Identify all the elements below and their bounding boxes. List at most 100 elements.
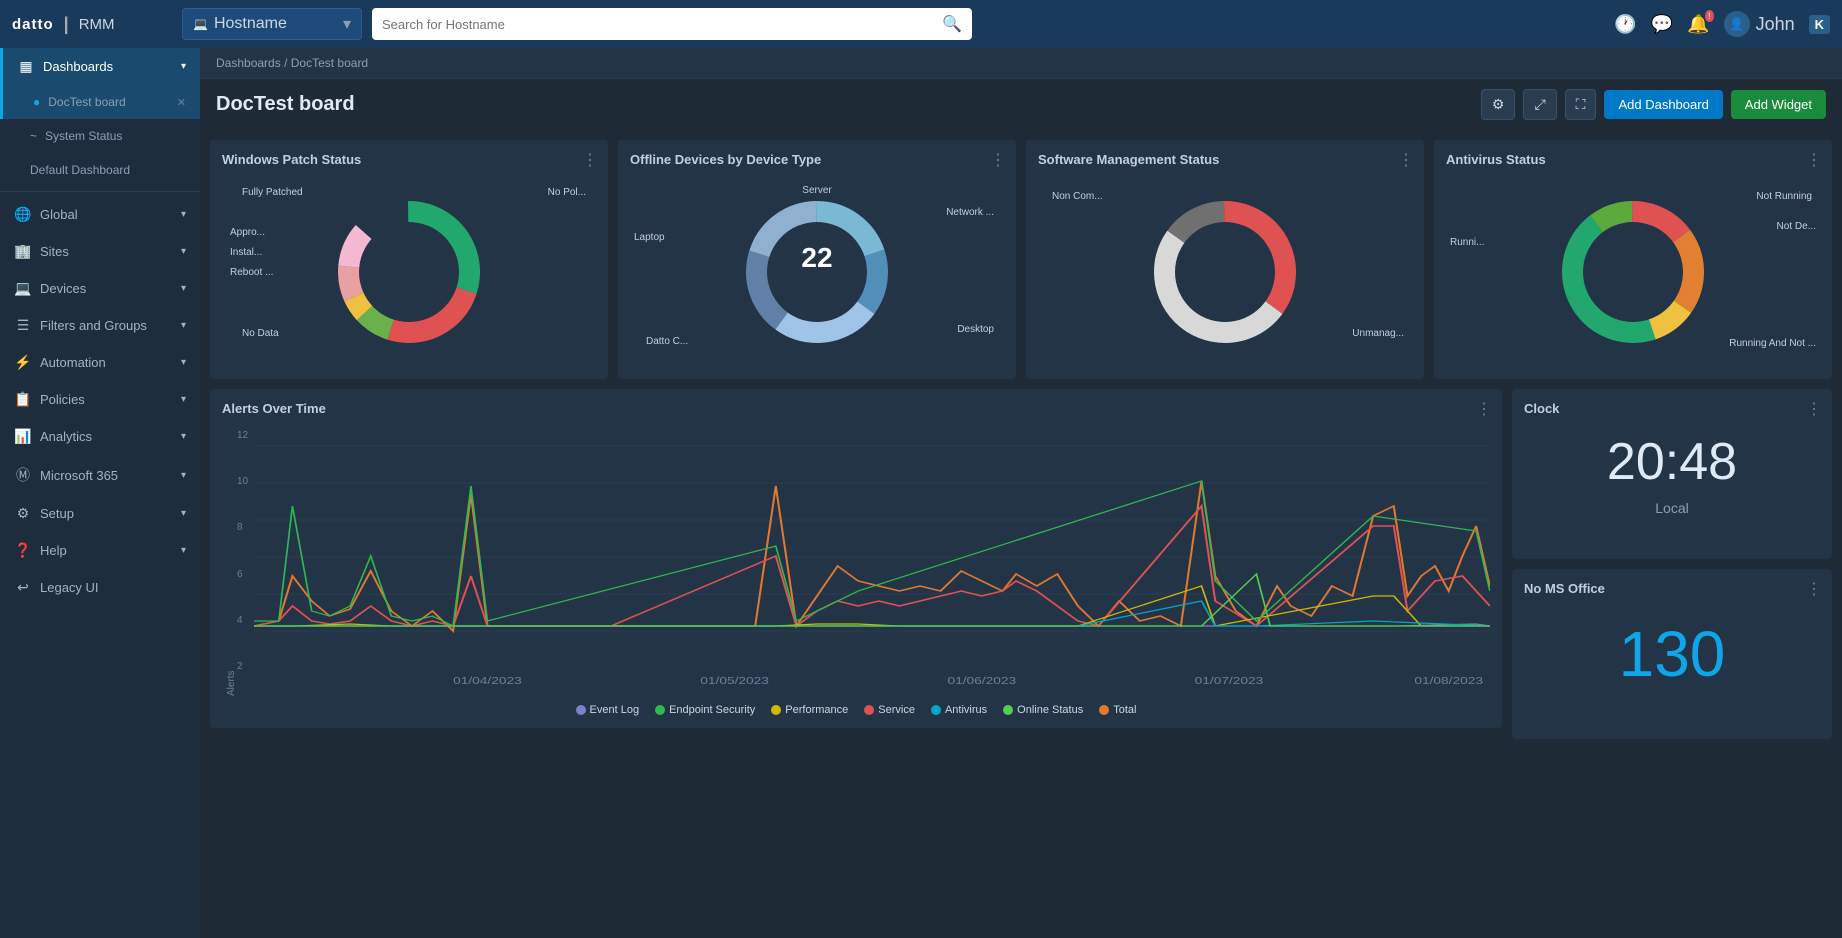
sidebar-item-filters[interactable]: ☰ Filters and Groups ▾ — [0, 307, 200, 344]
patch-label-instal: Instal... — [230, 247, 262, 258]
sidebar-item-legacy[interactable]: ↩ Legacy UI — [0, 569, 200, 606]
sidebar-item-m365[interactable]: Ⓜ Microsoft 365 ▾ — [0, 455, 200, 495]
bottom-widgets-row: Alerts Over Time ⋮ Alerts 12 10 8 6 4 2 — [210, 389, 1832, 739]
dashboards-icon: ▦ — [17, 58, 35, 75]
offline-label-datto: Datto C... — [646, 336, 688, 347]
legend-online-label: Online Status — [1017, 704, 1083, 716]
help-icon: ❓ — [14, 542, 32, 559]
antivirus-widget: Antivirus Status ⋮ Not Running Not De.. — [1434, 140, 1832, 379]
alerts-chart-container: Alerts 12 10 8 6 4 2 — [222, 426, 1490, 696]
dashboards-chevron: ▾ — [181, 61, 186, 72]
sidebar-item-global[interactable]: 🌐 Global ▾ — [0, 196, 200, 233]
add-dashboard-button[interactable]: Add Dashboard — [1604, 90, 1722, 119]
logo-text: datto — [12, 16, 54, 33]
breadcrumb-parent[interactable]: Dashboards — [216, 56, 281, 70]
automation-icon: ⚡ — [14, 354, 32, 371]
sidebar-label-automation: Automation — [40, 355, 106, 370]
breadcrumb-separator: / — [284, 56, 291, 70]
patch-label-nopol: No Pol... — [548, 187, 586, 198]
offline-label-network: Network ... — [946, 207, 994, 218]
alerts-menu[interactable]: ⋮ — [1476, 399, 1492, 419]
m365-icon: Ⓜ — [14, 465, 32, 485]
hostname-selector[interactable]: 💻 Hostname ▾ — [182, 8, 362, 40]
software-mgmt-widget: Software Management Status ⋮ Non Com... … — [1026, 140, 1424, 379]
breadcrumb: Dashboards / DocTest board — [200, 48, 1842, 79]
online-dot — [1003, 705, 1013, 715]
legend-performance-label: Performance — [785, 704, 848, 716]
sidebar-item-system-status[interactable]: ~ System Status — [0, 119, 200, 153]
content-area: Dashboards / DocTest board DocTest board… — [200, 48, 1842, 938]
clock-menu[interactable]: ⋮ — [1806, 399, 1822, 419]
y-tick-2: 2 — [237, 661, 248, 672]
offline-devices-widget: Offline Devices by Device Type ⋮ 22 S — [618, 140, 1016, 379]
share-button[interactable]: ⤢ — [1523, 89, 1556, 120]
sidebar-label-analytics: Analytics — [40, 429, 92, 444]
antivirus-svg — [1543, 182, 1723, 362]
clock-title: Clock — [1524, 401, 1559, 416]
svg-text:22: 22 — [801, 242, 832, 273]
alerts-line-svg: 01/04/2023 01/05/2023 01/06/2023 01/07/2… — [254, 426, 1490, 696]
sidebar-item-sites[interactable]: 🏢 Sites ▾ — [0, 233, 200, 270]
av-label-runningnot: Running And Not ... — [1729, 338, 1816, 349]
ms-office-menu[interactable]: ⋮ — [1806, 579, 1822, 599]
legend-antivirus: Antivirus — [931, 704, 987, 716]
sidebar-item-default[interactable]: Default Dashboard — [0, 153, 200, 187]
legend-total: Total — [1099, 704, 1136, 716]
help-chevron: ▾ — [181, 545, 186, 556]
y-tick-12: 12 — [237, 430, 248, 441]
expand-button[interactable]: ⛶ — [1565, 89, 1597, 120]
alert-icon[interactable]: 🔔! — [1687, 14, 1709, 35]
automation-chevron: ▾ — [181, 357, 186, 368]
user-info[interactable]: 👤 John — [1724, 11, 1795, 37]
settings-button[interactable]: ⚙ — [1481, 89, 1516, 120]
sidebar-label-help: Help — [40, 543, 67, 558]
svg-text:01/08/2023: 01/08/2023 — [1414, 675, 1483, 687]
close-icon: ✕ — [177, 96, 186, 109]
y-tick-8: 8 — [237, 522, 248, 533]
sidebar-label-system: System Status — [45, 129, 122, 143]
app-switcher[interactable]: K — [1809, 15, 1830, 34]
software-mgmt-menu[interactable]: ⋮ — [1398, 150, 1414, 170]
sidebar-item-analytics[interactable]: 📊 Analytics ▾ — [0, 418, 200, 455]
sidebar-item-dashboards[interactable]: ▦ Dashboards ▾ — [0, 48, 200, 85]
sidebar-item-policies[interactable]: 📋 Policies ▾ — [0, 381, 200, 418]
sw-label-noncom: Non Com... — [1052, 191, 1103, 202]
search-input[interactable] — [382, 17, 942, 32]
sidebar-item-help[interactable]: ❓ Help ▾ — [0, 532, 200, 569]
sidebar-label-m365: Microsoft 365 — [40, 468, 118, 483]
clock-timezone: Local — [1655, 500, 1688, 516]
sidebar-label-filters: Filters and Groups — [40, 318, 147, 333]
endpoint-dot — [655, 705, 665, 715]
dashboard-header: DocTest board ⚙ ⤢ ⛶ Add Dashboard Add Wi… — [200, 79, 1842, 130]
chat-icon[interactable]: 💬 — [1651, 14, 1673, 35]
sites-chevron: ▾ — [181, 246, 186, 257]
offline-devices-title: Offline Devices by Device Type — [630, 152, 1004, 167]
widgets-area: Windows Patch Status ⋮ — [200, 130, 1842, 938]
sidebar: ▦ Dashboards ▾ ● DocTest board ✕ ~ Syste… — [0, 48, 200, 938]
hostname-chevron: ▾ — [343, 14, 351, 34]
app-logo: datto | RMM — [12, 14, 172, 35]
y-axis-label: Alerts — [222, 426, 237, 696]
devices-icon: 💻 — [14, 280, 32, 297]
legend-total-label: Total — [1113, 704, 1136, 716]
software-mgmt-svg — [1135, 182, 1315, 362]
clock-widget: Clock ⋮ 20:48 Local — [1512, 389, 1832, 559]
sidebar-item-devices[interactable]: 💻 Devices ▾ — [0, 270, 200, 307]
offline-devices-menu[interactable]: ⋮ — [990, 150, 1006, 170]
sidebar-item-setup[interactable]: ⚙ Setup ▾ — [0, 495, 200, 532]
search-bar[interactable]: 🔍 — [372, 8, 972, 40]
windows-patch-menu[interactable]: ⋮ — [582, 150, 598, 170]
user-avatar: 👤 — [1724, 11, 1750, 37]
offline-devices-svg: 22 — [727, 182, 907, 362]
sidebar-item-doctest[interactable]: ● DocTest board ✕ — [0, 85, 200, 119]
sidebar-item-automation[interactable]: ⚡ Automation ▾ — [0, 344, 200, 381]
legend-service: Service — [864, 704, 915, 716]
software-mgmt-chart: Non Com... Unmanag... — [1038, 177, 1412, 367]
antivirus-menu[interactable]: ⋮ — [1806, 150, 1822, 170]
patch-label-reboot: Reboot ... — [230, 267, 273, 278]
add-widget-button[interactable]: Add Widget — [1731, 90, 1826, 119]
topbar: datto | RMM 💻 Hostname ▾ 🔍 🕐 💬 🔔! 👤 John… — [0, 0, 1842, 48]
clock-icon[interactable]: 🕐 — [1614, 14, 1636, 35]
patch-label-fullypatch: Fully Patched — [242, 187, 303, 198]
av-label-notrunning: Not Running — [1756, 191, 1812, 202]
